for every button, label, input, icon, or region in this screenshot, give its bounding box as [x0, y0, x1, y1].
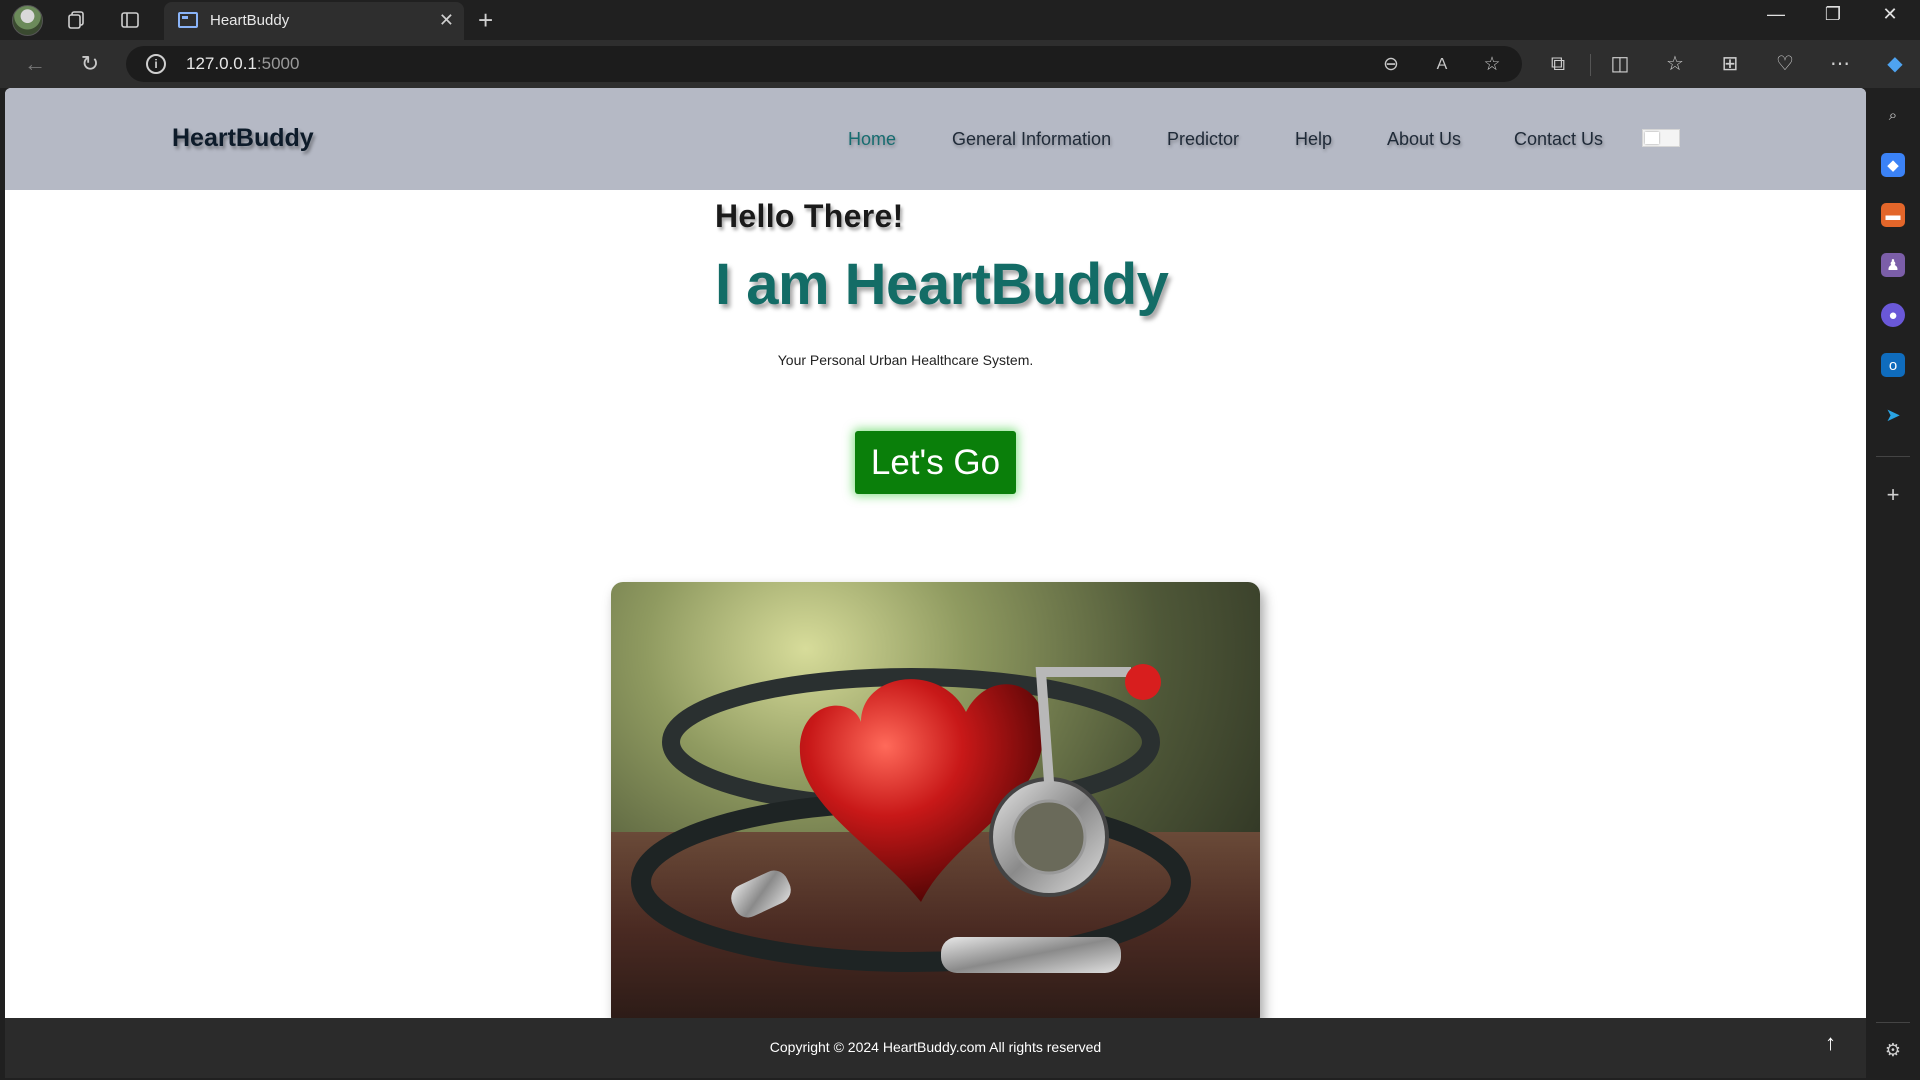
read-aloud-icon[interactable]: A	[1429, 52, 1455, 78]
favorites-icon[interactable]: ☆	[1660, 49, 1690, 79]
extensions-icon[interactable]: ⧉	[1543, 49, 1573, 79]
close-tab-icon[interactable]: ✕	[439, 10, 454, 31]
greeting-heading: Hello There!	[715, 198, 904, 234]
minimize-icon[interactable]: —	[1756, 4, 1796, 25]
scroll-to-top-icon[interactable]: ↑	[1825, 1030, 1836, 1056]
sidebar-search-icon[interactable]: ⌕	[1881, 103, 1905, 127]
nav-about-us[interactable]: About Us	[1387, 129, 1461, 150]
profile-avatar[interactable]	[12, 5, 43, 36]
site-logo[interactable]: HeartBuddy	[172, 124, 314, 153]
settings-gear-icon[interactable]: ⚙	[1881, 1038, 1905, 1062]
page-favicon-icon	[178, 12, 198, 28]
site-header: HeartBuddy Home General Information Pred…	[5, 88, 1866, 190]
tab-title: HeartBuddy	[210, 12, 290, 29]
sidebar-divider	[1876, 456, 1910, 457]
nav-general-information[interactable]: General Information	[952, 129, 1111, 150]
refresh-icon[interactable]: ↻	[75, 49, 105, 79]
browser-toolbar: ← ↻ i 127.0.0.1:5000 ⊖ A ☆ ⧉ ◫ ☆ ⊞ ♡ ⋯ ◆	[0, 40, 1920, 88]
theme-toggle[interactable]	[1642, 129, 1680, 147]
restore-icon[interactable]: ❐	[1813, 4, 1853, 25]
nav-help[interactable]: Help	[1295, 129, 1332, 150]
nav-predictor[interactable]: Predictor	[1167, 129, 1239, 150]
workspaces-icon[interactable]	[64, 7, 90, 33]
close-window-icon[interactable]: ✕	[1870, 4, 1910, 25]
copilot-icon[interactable]: ◆	[1880, 49, 1910, 79]
send-icon[interactable]: ➤	[1881, 403, 1905, 427]
split-screen-icon[interactable]: ◫	[1605, 49, 1635, 79]
hero-tagline: Your Personal Urban Healthcare System.	[777, 352, 1034, 368]
site-info-icon[interactable]: i	[146, 54, 166, 74]
shopping-tag-icon[interactable]: ◆	[1881, 153, 1905, 177]
zoom-icon[interactable]: ⊖	[1378, 52, 1404, 78]
more-options-icon[interactable]: ⋯	[1825, 49, 1855, 79]
games-icon[interactable]: ♟	[1881, 253, 1905, 277]
collections-icon[interactable]: ⊞	[1715, 49, 1745, 79]
health-heart-icon[interactable]: ♡	[1770, 49, 1800, 79]
address-bar[interactable]: i 127.0.0.1:5000 ⊖ A ☆	[126, 46, 1522, 82]
lets-go-button[interactable]: Let's Go	[855, 431, 1016, 494]
outlook-icon[interactable]: o	[1881, 353, 1905, 377]
site-footer: Copyright © 2024 HeartBuddy.com All righ…	[5, 1018, 1866, 1078]
favorite-star-icon[interactable]: ☆	[1479, 52, 1505, 78]
nav-home[interactable]: Home	[848, 129, 896, 150]
browser-sidebar: ⌕ ◆ ▬ ♟ ● o ➤ + ⚙	[1866, 88, 1920, 1080]
tab-heartbuddy[interactable]: HeartBuddy ✕	[164, 2, 464, 40]
sidebar-divider	[1876, 1022, 1910, 1023]
copyright-text: Copyright © 2024 HeartBuddy.com All righ…	[769, 1039, 1102, 1055]
vertical-tabs-icon[interactable]	[117, 7, 143, 33]
browser-tab-bar: HeartBuddy ✕ + — ❐ ✕	[0, 0, 1920, 40]
nav-contact-us[interactable]: Contact Us	[1514, 129, 1603, 150]
tools-briefcase-icon[interactable]: ▬	[1881, 203, 1905, 227]
toggle-knob	[1645, 132, 1659, 144]
toolbar-divider	[1590, 54, 1591, 76]
back-icon[interactable]: ←	[20, 49, 50, 79]
heart-stethoscope-illustration	[631, 664, 1191, 973]
url-text[interactable]: 127.0.0.1:5000	[186, 54, 299, 74]
heart-stethoscope-image	[611, 582, 1260, 1028]
page-viewport: HeartBuddy Home General Information Pred…	[5, 88, 1866, 1078]
hero-title: I am HeartBuddy	[715, 252, 1169, 317]
add-sidebar-app-icon[interactable]: +	[1881, 482, 1905, 507]
new-tab-icon[interactable]: +	[478, 5, 493, 36]
microsoft-365-icon[interactable]: ●	[1881, 303, 1905, 327]
